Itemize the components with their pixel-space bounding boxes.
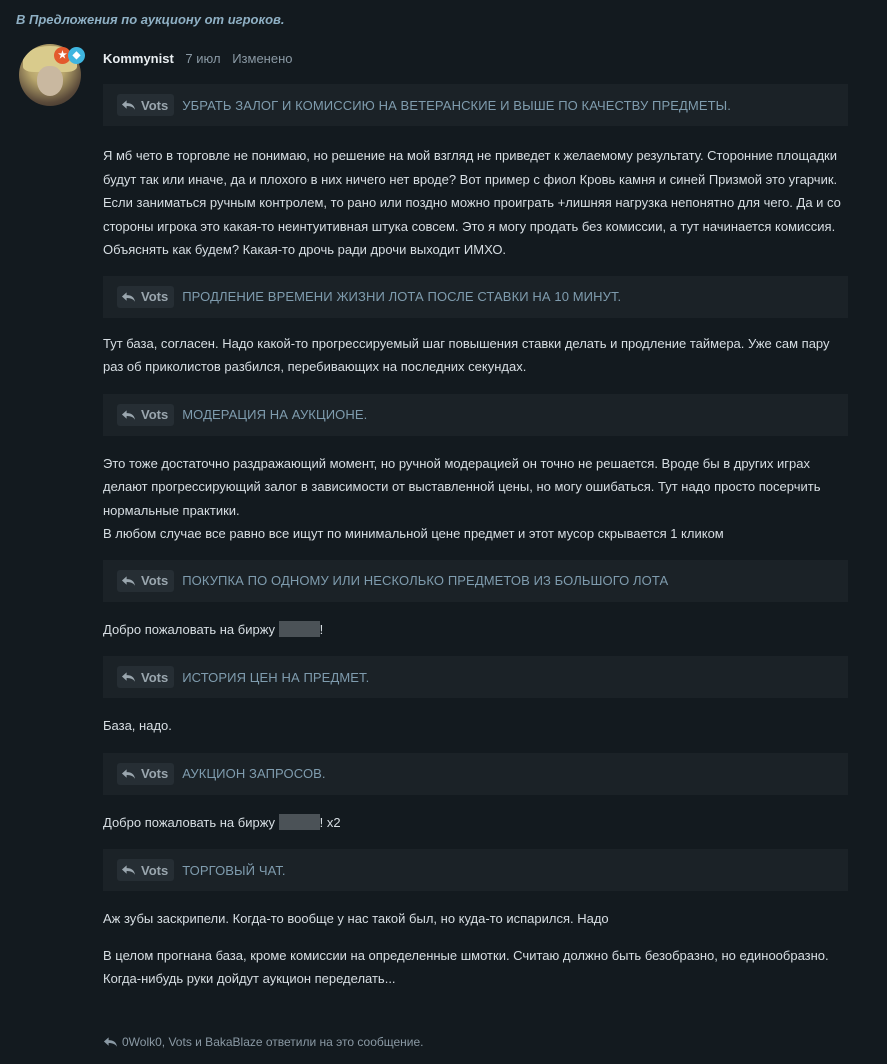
quote-author: Vots xyxy=(141,289,169,304)
reply-arrow-icon xyxy=(121,672,136,682)
reply-arrow-icon xyxy=(121,768,136,779)
quote-author: Vots xyxy=(141,573,169,588)
closing-paragraph: В целом прогнана база, кроме комиссии на… xyxy=(103,947,829,987)
quote-block: Vots ИСТОРИЯ ЦЕН НА ПРЕДМЕТ. xyxy=(103,656,848,698)
quote-block: Vots АУКЦИОН ЗАПРОСОВ. xyxy=(103,752,848,795)
quote-text: УБРАТЬ ЗАЛОГ И КОМИССИЮ НА ВЕТЕРАНСКИЕ И… xyxy=(182,97,731,113)
quote-text: ТОРГОВЫЙ ЧАТ. xyxy=(182,862,286,878)
quote-author-chip[interactable]: Vots xyxy=(117,403,175,426)
welcome-text: Добро пожаловать на биржу xyxy=(103,814,279,830)
reply-paragraph: Добро пожаловать на биржу ! xyxy=(103,618,848,642)
reply-arrow-icon xyxy=(121,865,136,875)
quote-block: Vots ПОКУПКА ПО ОДНОМУ ИЛИ НЕСКОЛЬКО ПРЕ… xyxy=(103,559,848,602)
post-header: Kommynist 7 июл Изменено xyxy=(103,51,293,66)
reply-paragraph: В любом случае все равно все ищут по мин… xyxy=(103,526,724,541)
diamond-icon: ◆ xyxy=(68,47,85,64)
reply-paragraph: Добро пожаловать на биржу ! x2 xyxy=(103,811,848,835)
replies-footer[interactable]: 0Wolk0, Vots и BakaBlaze ответили на это… xyxy=(103,1035,424,1049)
welcome-text: Добро пожаловать на биржу xyxy=(103,621,279,637)
post-content: Vots УБРАТЬ ЗАЛОГ И КОМИССИЮ НА ВЕТЕРАНС… xyxy=(103,84,848,991)
reply-paragraph: Я мб чето в торговле не понимаю, но реше… xyxy=(103,148,841,257)
avatar-face xyxy=(37,66,63,96)
edited-label[interactable]: Изменено xyxy=(232,51,292,66)
quote-text: АУКЦИОН ЗАПРОСОВ. xyxy=(182,766,326,781)
censored-block xyxy=(278,813,320,830)
censored-block xyxy=(278,620,320,637)
quote-author-chip[interactable]: Vots xyxy=(117,859,175,881)
quote-author-chip[interactable]: Vots xyxy=(117,569,175,592)
quote-author: Vots xyxy=(141,862,169,878)
quote-author: Vots xyxy=(141,407,169,422)
quote-block: Vots ТОРГОВЫЙ ЧАТ. xyxy=(103,849,848,891)
reply-arrow-icon xyxy=(103,1037,118,1047)
quote-text: ИСТОРИЯ ЦЕН НА ПРЕДМЕТ. xyxy=(182,669,370,685)
quote-author-chip[interactable]: Vots xyxy=(117,762,175,785)
replies-text: 0Wolk0, Vots и BakaBlaze ответили на это… xyxy=(122,1035,424,1049)
reply-arrow-icon xyxy=(121,291,136,302)
quote-author-chip[interactable]: Vots xyxy=(117,94,175,116)
quote-block: Vots МОДЕРАЦИЯ НА АУКЦИОНЕ. xyxy=(103,393,848,436)
quote-author-chip[interactable]: Vots xyxy=(117,285,175,308)
reply-paragraph: Аж зубы заскрипели. Когда-то вообще у на… xyxy=(103,911,609,926)
quote-author: Vots xyxy=(141,669,169,685)
reply-arrow-icon xyxy=(121,575,136,586)
reply-paragraph: Это тоже достаточно раздражающий момент,… xyxy=(103,455,821,518)
quote-author: Vots xyxy=(141,766,169,781)
reply-paragraph: База, надо. xyxy=(103,718,172,733)
reply-paragraph: Тут база, согласен. Надо какой-то прогре… xyxy=(103,335,830,375)
quote-text: МОДЕРАЦИЯ НА АУКЦИОНЕ. xyxy=(182,407,368,422)
author-name[interactable]: Kommynist xyxy=(103,51,174,66)
reply-arrow-icon xyxy=(121,100,136,110)
quote-author: Vots xyxy=(141,97,169,113)
breadcrumb[interactable]: В Предложения по аукциону от игроков. xyxy=(16,12,284,27)
post-date[interactable]: 7 июл xyxy=(185,51,220,66)
quote-text: ПРОДЛЕНИЕ ВРЕМЕНИ ЖИЗНИ ЛОТА ПОСЛЕ СТАВК… xyxy=(182,289,622,304)
quote-text: ПОКУПКА ПО ОДНОМУ ИЛИ НЕСКОЛЬКО ПРЕДМЕТО… xyxy=(182,573,669,588)
reply-arrow-icon xyxy=(121,409,136,420)
quote-block: Vots УБРАТЬ ЗАЛОГ И КОМИССИЮ НА ВЕТЕРАНС… xyxy=(103,84,848,126)
quote-author-chip[interactable]: Vots xyxy=(117,666,175,688)
welcome-suffix: ! xyxy=(319,621,324,637)
quote-block: Vots ПРОДЛЕНИЕ ВРЕМЕНИ ЖИЗНИ ЛОТА ПОСЛЕ … xyxy=(103,275,848,318)
welcome-suffix: ! x2 xyxy=(319,814,341,830)
